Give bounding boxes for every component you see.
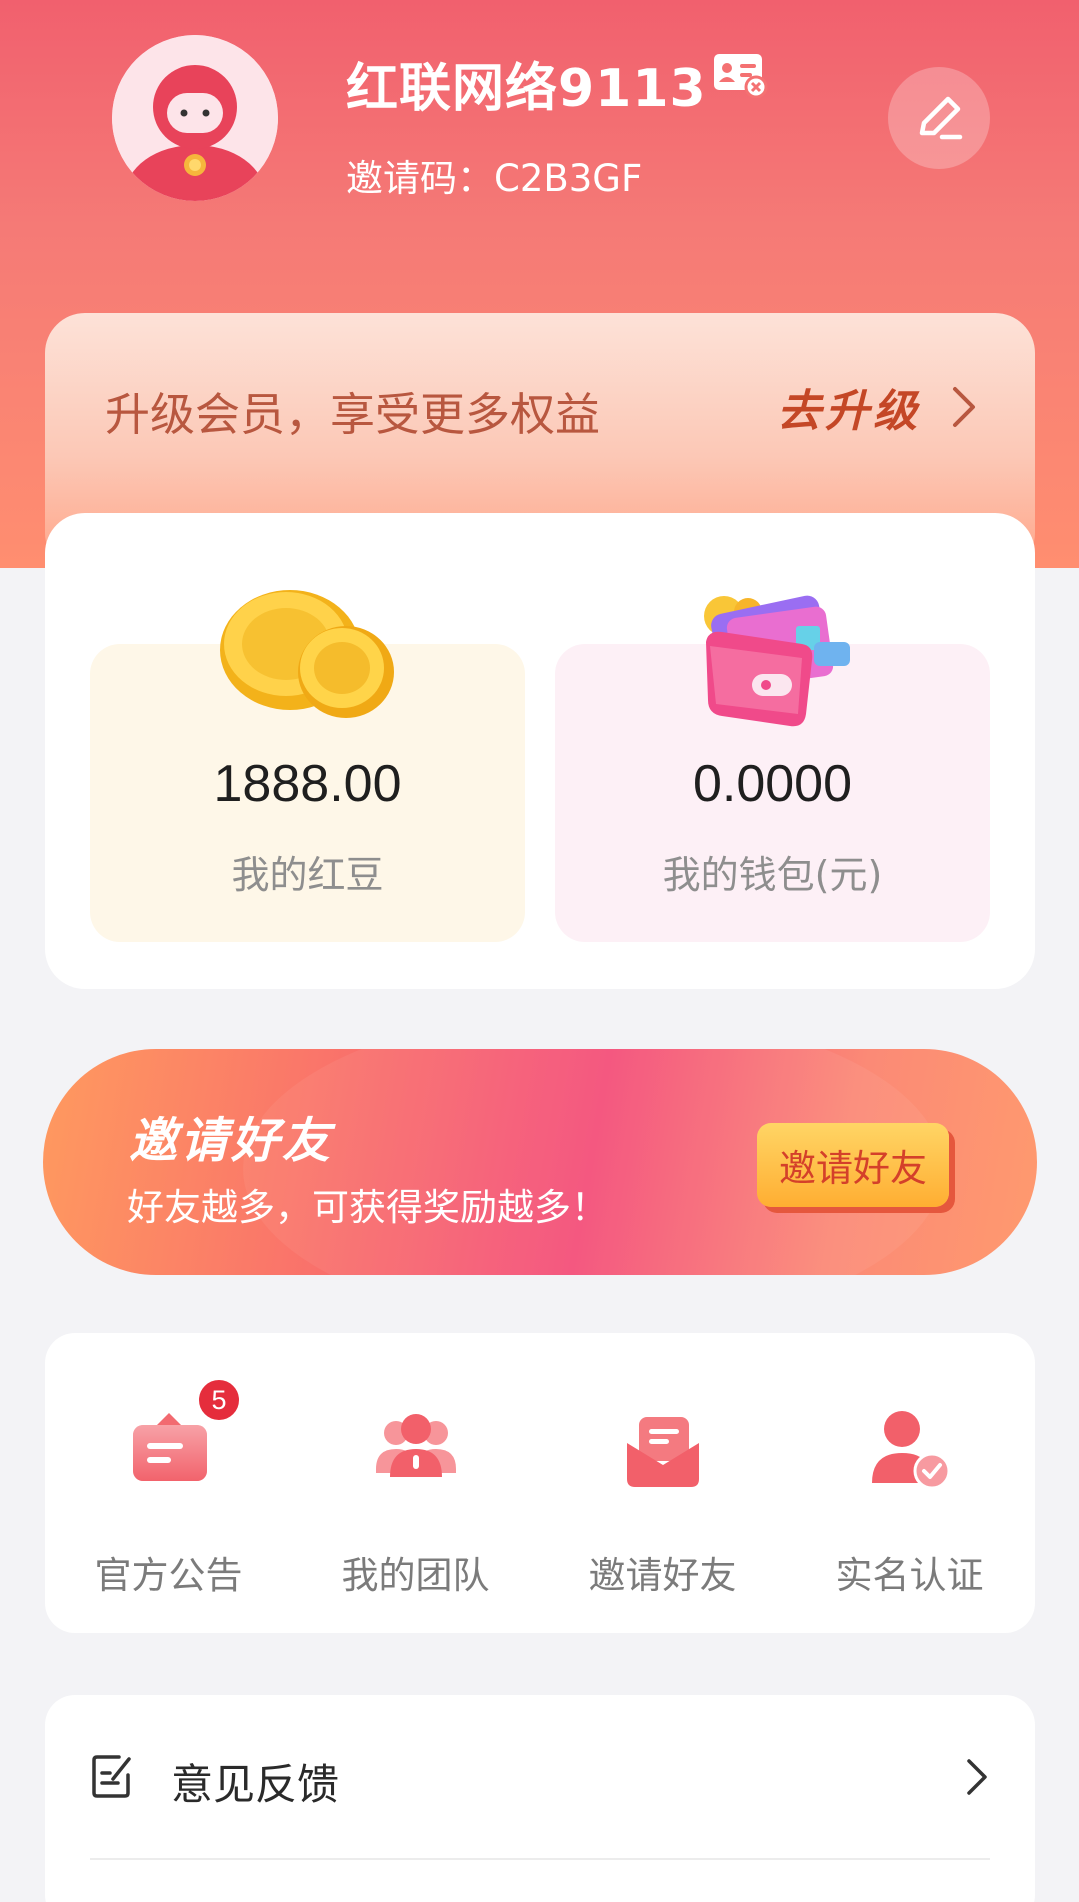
upgrade-text: 升级会员，享受更多权益 [105,388,601,441]
username: 红联网络9113 [346,59,707,119]
beans-value: 1888.00 [213,755,402,813]
avatar-icon [112,35,278,201]
shortcut-label: 邀请好友 [588,1554,737,1597]
shortcut-invite-friends[interactable]: 邀请好友 [539,1333,786,1633]
shortcuts-grid: 5 官方公告 我的团队 邀请好友 实名认证 [45,1333,1035,1633]
menu-item-label: 意见反馈 [171,1760,340,1809]
menu-item-feedback[interactable]: 意见反馈 [45,1695,1035,1860]
invite-friends-banner[interactable]: 邀请好友 好友越多，可获得奖励越多！ 邀请好友 [43,1049,1037,1275]
shortcut-label: 我的团队 [341,1554,490,1597]
settings-menu: 意见反馈 [45,1695,1035,1902]
chevron-right-icon [953,387,975,427]
invite-friends-button[interactable]: 邀请好友 [757,1123,949,1207]
id-card-icon[interactable] [712,52,768,99]
verified-user-icon [872,1411,951,1490]
gold-coins-icon [220,590,394,718]
shortcut-real-name-verification[interactable]: 实名认证 [786,1333,1033,1633]
edit-profile-button[interactable] [888,67,990,169]
invite-code-line[interactable]: 邀请码：C2B3GF [346,148,642,202]
invite-mail-icon [627,1417,699,1487]
shortcut-my-team[interactable]: 我的团队 [292,1333,539,1633]
shortcut-announcements[interactable]: 5 官方公告 [45,1333,292,1633]
invite-code-value: C2B3GF [494,157,643,200]
assets-card: 1888.00 我的红豆 0.0000 我的钱包(元) [45,513,1035,989]
divider [90,1858,990,1860]
banner-title: 邀请好友 [129,1113,334,1169]
invite-code-label: 邀请码： [346,157,494,200]
pencil-icon [919,96,963,140]
banner-subtitle: 好友越多，可获得奖励越多！ [127,1186,608,1229]
feedback-edit-icon [92,1755,131,1798]
wallet-icon [704,595,850,727]
shortcut-label: 官方公告 [94,1554,243,1597]
shortcut-label: 实名认证 [835,1554,984,1597]
chevron-right-icon [967,1759,987,1795]
wallet-label: 我的钱包(元) [662,853,883,897]
avatar[interactable] [112,35,278,201]
beans-label: 我的红豆 [231,853,384,897]
upgrade-button[interactable]: 去升级 [777,375,921,439]
notification-badge: 5 [196,1377,242,1423]
team-icon [376,1414,456,1477]
wallet-value: 0.0000 [692,755,853,813]
